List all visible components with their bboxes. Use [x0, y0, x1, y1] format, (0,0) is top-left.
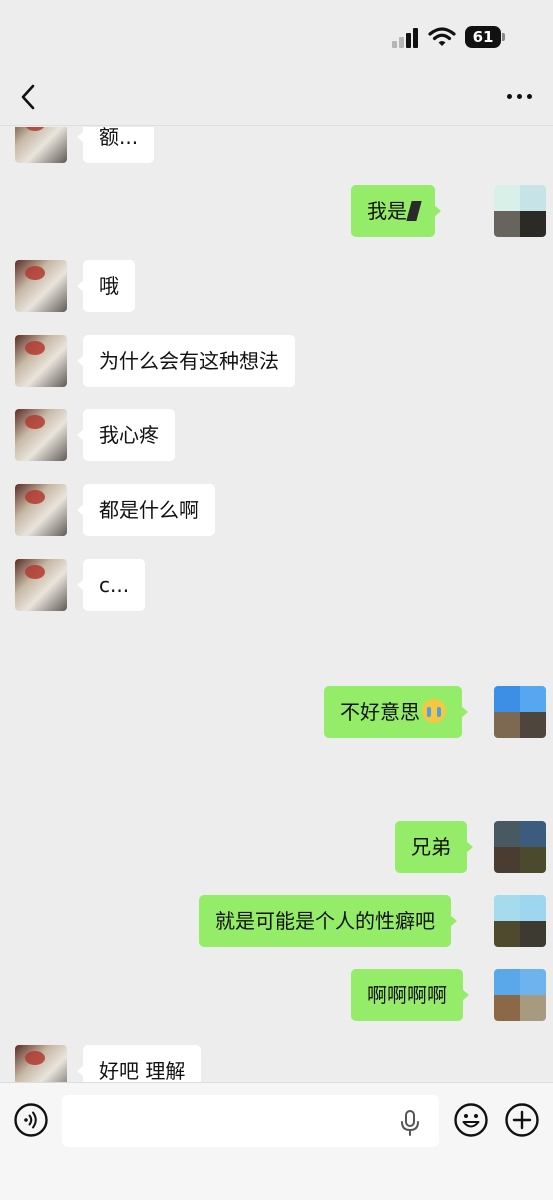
message-bubble[interactable]: 我是 [351, 185, 441, 237]
contact-avatar[interactable] [15, 409, 67, 461]
more-icon[interactable] [507, 94, 533, 102]
emoji-icon[interactable] [454, 1103, 488, 1137]
message-bubble[interactable]: 额... [76, 127, 155, 163]
microphone-icon[interactable] [398, 1109, 422, 1137]
signal-icon [392, 28, 420, 48]
my-avatar[interactable] [494, 821, 546, 873]
message-bubble[interactable]: 哦 [77, 260, 135, 312]
message-bubble[interactable]: 不好意思 [324, 686, 468, 738]
contact-avatar[interactable] [15, 484, 67, 536]
redaction-mark [406, 201, 422, 221]
my-avatar[interactable] [494, 969, 546, 1021]
chevron-left-icon[interactable] [14, 80, 44, 114]
message-bubble[interactable]: 好吧 理解 [76, 1045, 202, 1082]
message-bubble[interactable]: 为什么会有这种想法 [77, 335, 295, 387]
wifi-icon [428, 27, 456, 46]
contact-avatar[interactable] [15, 260, 67, 312]
battery-cap [502, 33, 505, 41]
message-bubble[interactable]: 兄弟 [395, 821, 473, 873]
message-bubble[interactable]: 我心疼 [77, 409, 175, 461]
message-bubble[interactable]: 啊啊啊啊 [351, 969, 469, 1021]
contact-avatar[interactable] [15, 559, 67, 611]
status-bar: 61 [0, 0, 553, 70]
my-avatar[interactable] [494, 185, 546, 237]
battery-level: 61 [472, 28, 494, 46]
message-bubble[interactable]: c... [76, 559, 146, 611]
my-avatar[interactable] [494, 686, 546, 738]
message-input[interactable] [62, 1095, 439, 1147]
message-list[interactable]: 额... 我是 哦 为什么会有这种想法 我心疼 都是什么啊 c... 不好意思 … [0, 127, 553, 1082]
chat-header [0, 70, 553, 126]
contact-avatar[interactable] [15, 335, 67, 387]
crying-face-emoji [422, 699, 446, 723]
input-bar [0, 1082, 553, 1200]
contact-avatar[interactable] [15, 1045, 67, 1082]
message-bubble[interactable]: 都是什么啊 [77, 484, 215, 536]
contact-avatar[interactable] [15, 127, 67, 163]
my-avatar[interactable] [494, 895, 546, 947]
message-bubble[interactable]: 就是可能是个人的性癖吧 [199, 895, 457, 947]
battery-icon: 61 [465, 26, 501, 48]
voice-icon[interactable] [14, 1103, 48, 1137]
plus-icon[interactable] [505, 1103, 539, 1137]
